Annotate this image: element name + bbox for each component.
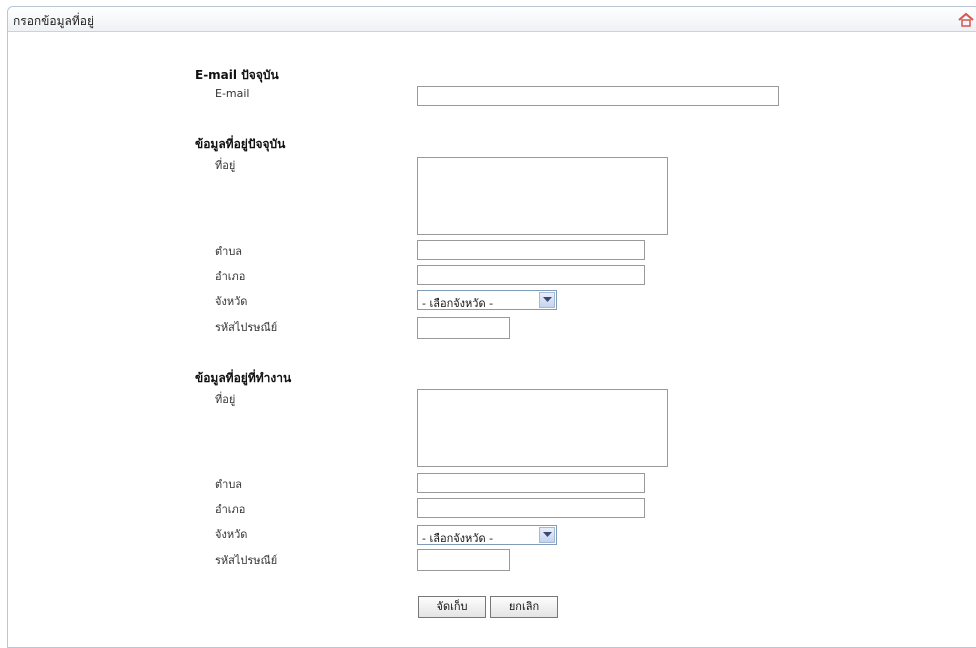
work-district-input[interactable] [417, 498, 645, 518]
chevron-down-icon[interactable] [539, 292, 555, 308]
work-postcode-label: รหัสไปรษณีย์ [215, 554, 278, 567]
work-address-heading: ข้อมูลที่อยู่ที่ทำงาน [195, 371, 292, 385]
cancel-button[interactable]: ยกเลิก [490, 596, 558, 618]
home-icon[interactable] [958, 12, 974, 28]
work-subdistrict-label: ตำบล [215, 478, 243, 491]
current-province-value: - เลือกจังหวัด - [422, 297, 494, 310]
email-input[interactable] [417, 86, 779, 106]
current-address-textarea[interactable] [417, 157, 668, 235]
current-subdistrict-label: ตำบล [215, 245, 243, 258]
current-address-label: ที่อยู่ [215, 159, 236, 172]
current-province-select[interactable]: - เลือกจังหวัด - [417, 290, 557, 310]
current-district-label: อำเภอ [215, 270, 246, 283]
email-section-heading: E-mail ปัจจุบัน [195, 68, 279, 82]
current-province-label: จังหวัด [215, 295, 248, 308]
work-province-select[interactable]: - เลือกจังหวัด - [417, 525, 557, 545]
work-province-value: - เลือกจังหวัด - [422, 532, 494, 545]
current-address-heading: ข้อมูลที่อยู่ปัจจุบัน [195, 137, 286, 151]
current-postcode-label: รหัสไปรษณีย์ [215, 321, 278, 334]
work-province-label: จังหวัด [215, 528, 248, 541]
work-address-label: ที่อยู่ [215, 393, 236, 406]
current-subdistrict-input[interactable] [417, 240, 645, 260]
save-button[interactable]: จัดเก็บ [418, 596, 486, 618]
work-subdistrict-input[interactable] [417, 473, 645, 493]
current-district-input[interactable] [417, 265, 645, 285]
work-district-label: อำเภอ [215, 503, 246, 516]
work-address-textarea[interactable] [417, 389, 668, 467]
current-postcode-input[interactable] [417, 317, 510, 339]
panel-title: กรอกข้อมูลที่อยู่ [13, 14, 95, 28]
chevron-down-icon[interactable] [539, 527, 555, 543]
panel-header: กรอกข้อมูลที่อยู่ [8, 7, 976, 32]
email-label: E-mail [215, 87, 250, 100]
work-postcode-input[interactable] [417, 549, 510, 571]
